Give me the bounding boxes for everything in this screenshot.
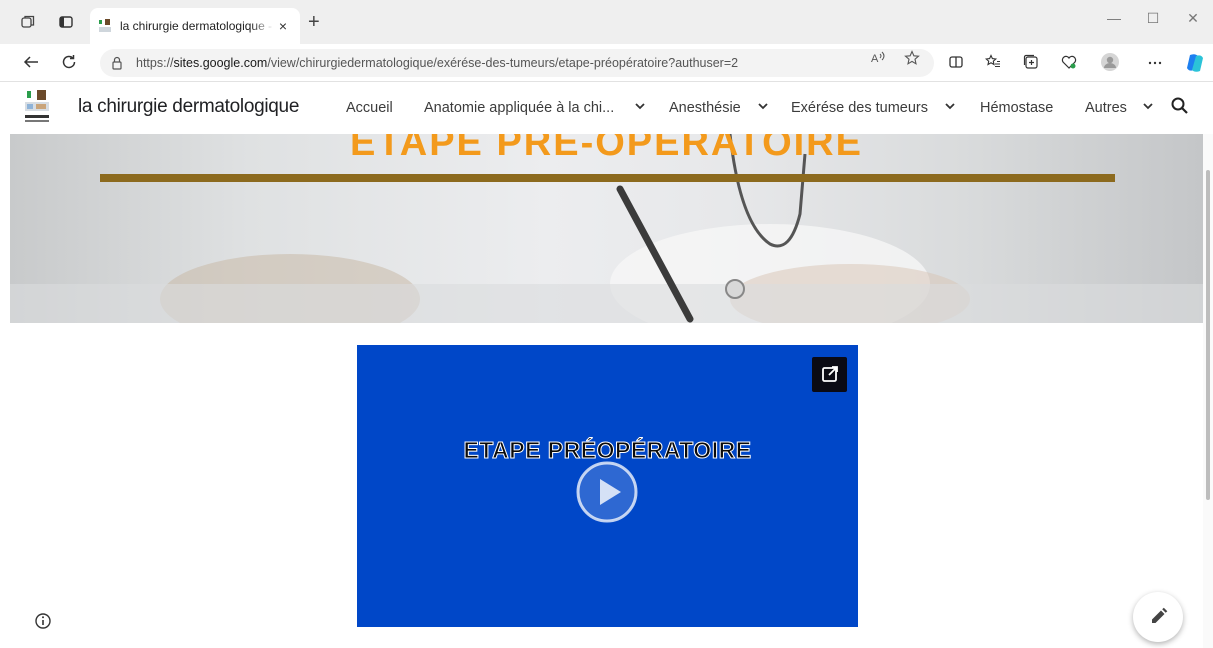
site-header: la chirurgie dermatologique Accueil Anat…: [10, 82, 1213, 134]
lock-icon[interactable]: [110, 56, 124, 70]
nav-item-hemostase[interactable]: Hémostase: [980, 100, 1053, 116]
read-aloud-icon[interactable]: A: [870, 50, 886, 69]
active-tab[interactable]: la chirurgie dermatologique - Éta ×: [90, 8, 300, 44]
banner-divider: [100, 174, 1115, 182]
banner-pen-illustration: [616, 185, 694, 323]
address-bar[interactable]: https://sites.google.com/view/chirurgied…: [100, 49, 934, 77]
chevron-down-icon[interactable]: [1142, 100, 1154, 115]
site-logo[interactable]: [24, 89, 50, 125]
browser-tab-strip: la chirurgie dermatologique - Éta × + — …: [0, 0, 1213, 44]
chevron-down-icon[interactable]: [757, 100, 769, 115]
chevron-down-icon[interactable]: [944, 100, 956, 115]
nav-item-exerese[interactable]: Exérése des tumeurs: [791, 100, 928, 116]
banner-title: ETAPE PRE-OPERATOIRE: [350, 134, 863, 164]
favorite-star-icon[interactable]: [904, 50, 920, 69]
tab-close-icon[interactable]: ×: [274, 18, 292, 34]
copilot-icon[interactable]: [1184, 52, 1203, 78]
profile-icon[interactable]: [1100, 52, 1119, 76]
minimize-button[interactable]: —: [1104, 10, 1124, 26]
more-icon[interactable]: [1146, 54, 1164, 74]
open-external-icon[interactable]: [812, 357, 847, 392]
tab-title: la chirurgie dermatologique - Éta: [120, 19, 274, 33]
site-favicon: [98, 19, 112, 33]
nav-item-anatomie[interactable]: Anatomie appliquée à la chi...: [424, 100, 614, 116]
play-icon[interactable]: [575, 460, 639, 524]
refresh-icon[interactable]: [60, 53, 78, 75]
site-title[interactable]: la chirurgie dermatologique: [78, 96, 299, 118]
browser-essentials-icon[interactable]: [1060, 54, 1078, 74]
nav-item-anesthesie[interactable]: Anesthésie: [669, 100, 741, 116]
svg-text:A: A: [871, 53, 879, 65]
info-icon[interactable]: [34, 612, 52, 630]
new-tab-button[interactable]: +: [308, 12, 320, 32]
nav-item-accueil[interactable]: Accueil: [346, 100, 393, 116]
browser-toolbar: https://sites.google.com/view/chirurgied…: [0, 44, 1213, 82]
search-icon[interactable]: [1170, 96, 1190, 116]
back-icon[interactable]: [22, 53, 40, 75]
favorites-icon[interactable]: [984, 54, 1002, 74]
close-window-button[interactable]: ✕: [1183, 10, 1203, 27]
url-text: https://sites.google.com/view/chirurgied…: [136, 56, 739, 70]
maximize-button[interactable]: ☐: [1143, 10, 1163, 27]
page-banner: ETAPE PRE-OPERATOIRE: [10, 134, 1203, 323]
scrollbar-thumb[interactable]: [1206, 170, 1210, 500]
workspaces-icon[interactable]: [20, 14, 36, 30]
video-embed[interactable]: ETAPE PRÉOPÉRATOIRE: [357, 345, 858, 627]
edit-button[interactable]: [1133, 592, 1183, 642]
split-screen-icon[interactable]: [947, 54, 965, 74]
pencil-icon: [1152, 607, 1168, 623]
chevron-down-icon[interactable]: [634, 100, 646, 115]
tab-actions-icon[interactable]: [58, 14, 74, 30]
collections-icon[interactable]: [1022, 54, 1040, 74]
nav-item-autres[interactable]: Autres: [1085, 100, 1127, 116]
